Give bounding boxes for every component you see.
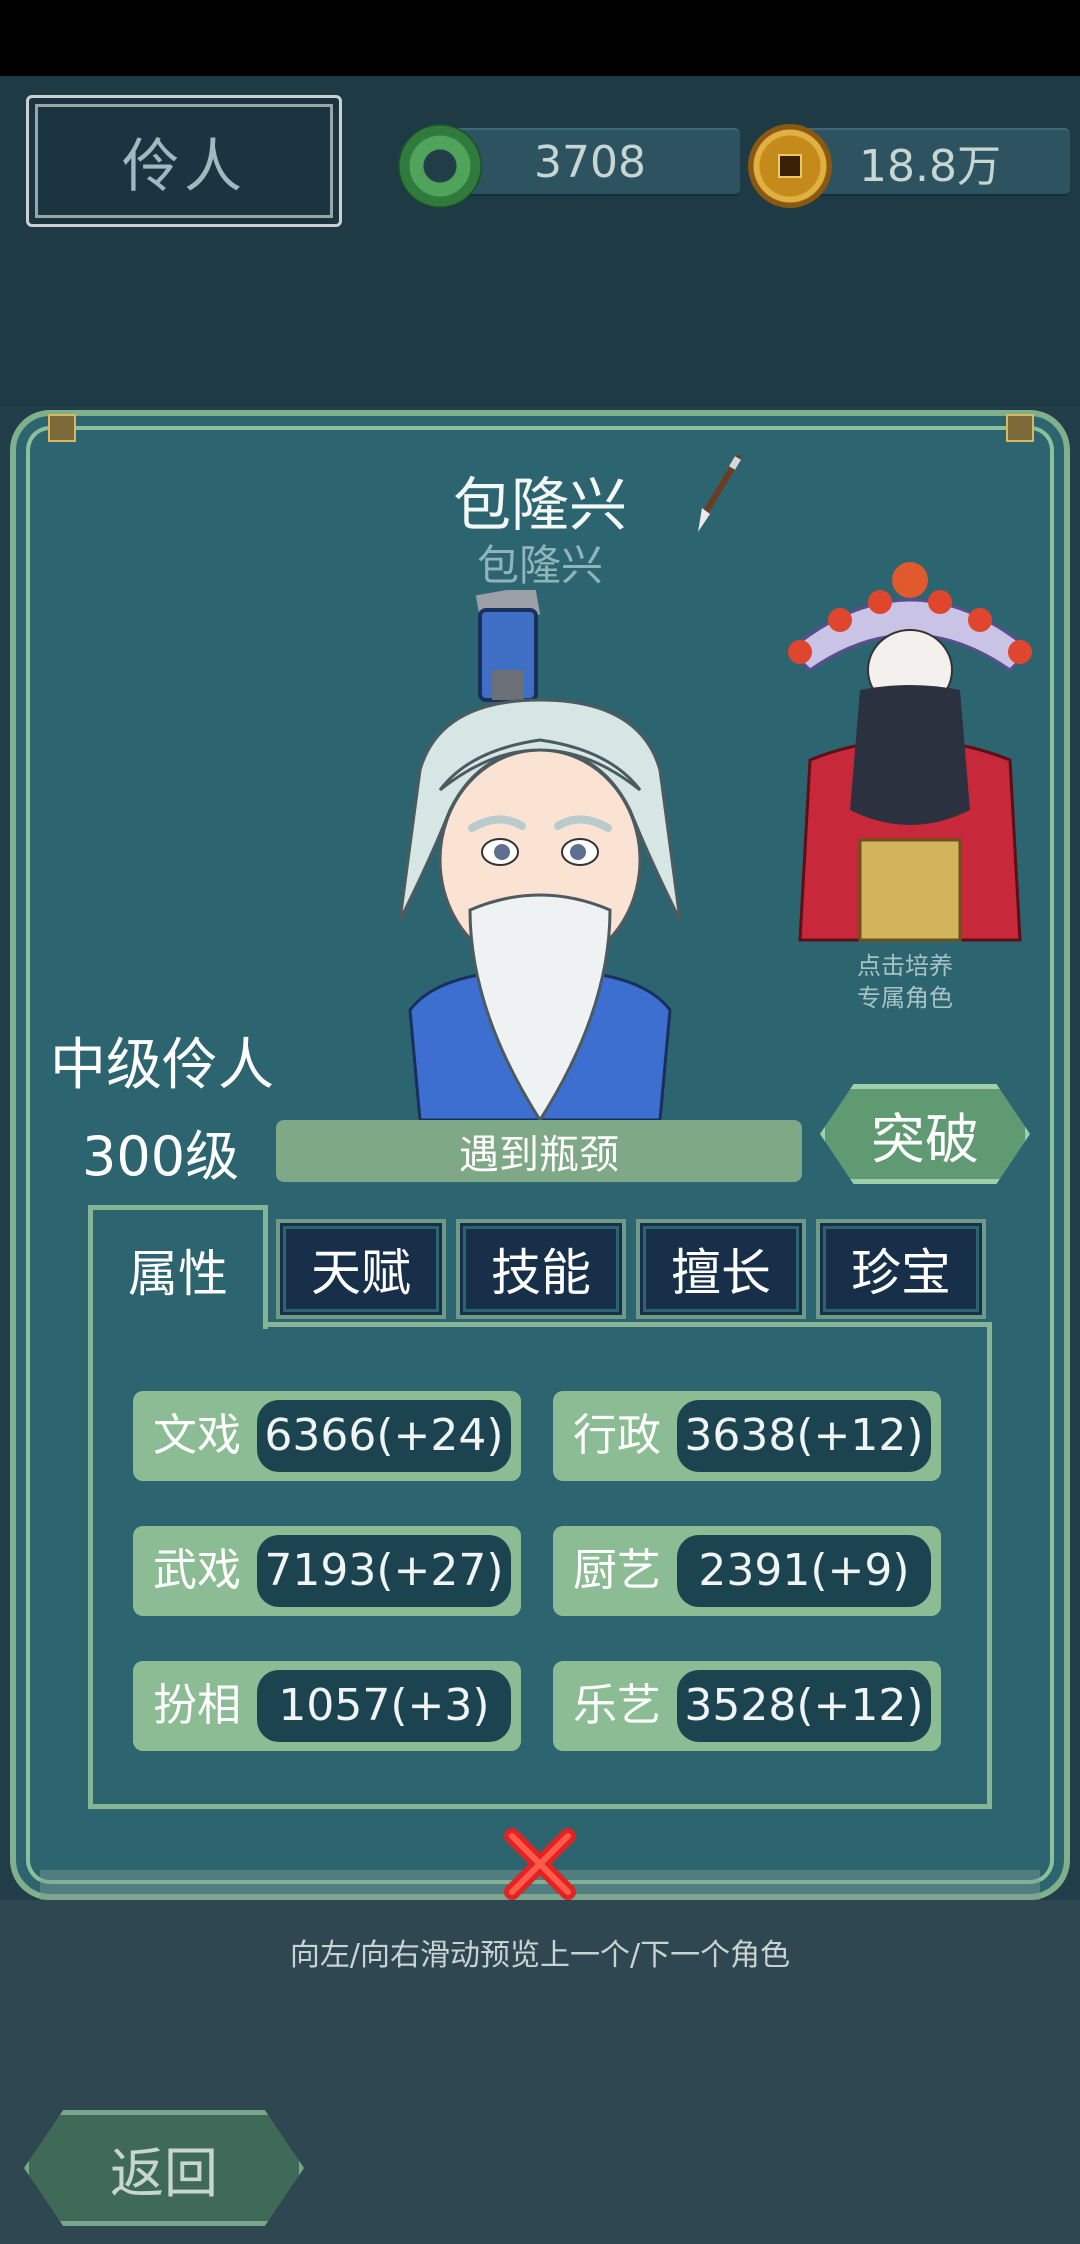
stat-row: 行政 3638(+12) — [553, 1391, 941, 1481]
stat-value: 7193(+27) — [257, 1535, 511, 1607]
jade-amount: 3708 — [534, 136, 646, 188]
stat-value: 6366(+24) — [257, 1400, 511, 1472]
coin-amount: 18.8万 — [859, 141, 1001, 192]
tab-attributes[interactable]: 属性 — [88, 1205, 268, 1329]
status-bar — [0, 0, 1080, 76]
level-label: 300级 — [82, 1125, 240, 1188]
jade-disc-icon — [398, 124, 482, 208]
costume-hint[interactable]: 点击培养 专属角色 — [800, 950, 1010, 1014]
back-button[interactable]: 返回 — [24, 2110, 304, 2226]
stat-row: 扮相 1057(+3) — [133, 1661, 521, 1751]
tab-skills[interactable]: 技能 — [456, 1219, 626, 1319]
stat-row: 文戏 6366(+24) — [133, 1391, 521, 1481]
stat-label: 行政 — [573, 1410, 661, 1461]
corner-ornament-icon — [48, 414, 76, 442]
costume-preview[interactable] — [760, 540, 1060, 960]
corner-ornament-icon — [1006, 414, 1034, 442]
character-portrait[interactable] — [380, 590, 700, 1120]
stat-label: 乐艺 — [573, 1680, 661, 1731]
level-status-text: 遇到瓶颈 — [459, 1132, 619, 1178]
rank-label: 中级伶人 — [50, 1033, 274, 1098]
character-name: 包隆兴 — [452, 471, 627, 539]
close-x-icon[interactable] — [498, 1822, 582, 1906]
tab-treasures[interactable]: 珍宝 — [816, 1219, 986, 1319]
stat-label: 文戏 — [153, 1410, 241, 1461]
stat-value: 2391(+9) — [677, 1535, 931, 1607]
jade-counter[interactable]: 3708 — [440, 128, 740, 196]
stat-label: 厨艺 — [573, 1545, 661, 1596]
page-title: 伶人 — [26, 95, 342, 227]
stat-value: 1057(+3) — [257, 1670, 511, 1742]
costume-hint-line: 专属角色 — [857, 984, 953, 1012]
stat-value: 3528(+12) — [677, 1670, 931, 1742]
copper-coin-icon — [748, 124, 832, 208]
coin-counter[interactable]: 18.8万 — [790, 128, 1070, 196]
tab-bar: 属性 天赋 技能 擅长 珍宝 — [88, 1205, 992, 1329]
stat-value: 3638(+12) — [677, 1400, 931, 1472]
character-subname: 包隆兴 — [476, 541, 603, 590]
tab-specialties[interactable]: 擅长 — [636, 1219, 806, 1319]
stat-label: 武戏 — [153, 1545, 241, 1596]
stat-row: 武戏 7193(+27) — [133, 1526, 521, 1616]
level-status-bar: 遇到瓶颈 — [276, 1120, 802, 1182]
breakthrough-button[interactable]: 突破 — [820, 1084, 1030, 1184]
stat-row: 乐艺 3528(+12) — [553, 1661, 941, 1751]
costume-hint-line: 点击培养 — [857, 952, 953, 980]
tab-talents[interactable]: 天赋 — [276, 1219, 446, 1319]
stat-label: 扮相 — [153, 1680, 241, 1731]
swipe-hint: 向左/向右滑动预览上一个/下一个角色 — [289, 1938, 791, 1973]
brush-icon[interactable] — [688, 452, 748, 536]
stat-row: 厨艺 2391(+9) — [553, 1526, 941, 1616]
